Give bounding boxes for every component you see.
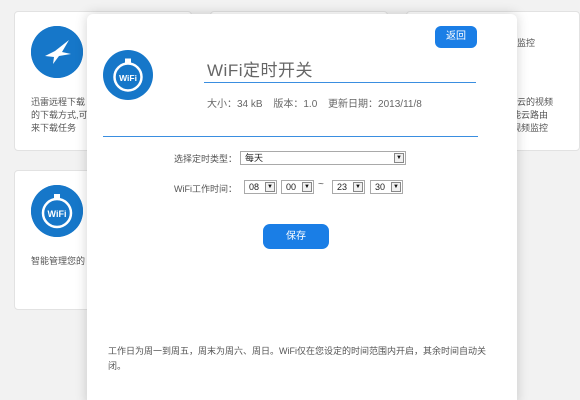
start-minute-select[interactable]: 00 ▼ bbox=[281, 180, 314, 194]
app-card-title: 监控 bbox=[517, 38, 536, 48]
schedule-type-label: 选择定时类型： bbox=[173, 154, 237, 164]
dropdown-arrow-icon: ▼ bbox=[353, 182, 363, 192]
dropdown-arrow-icon: ▼ bbox=[265, 182, 275, 192]
work-time-label: WiFi工作时间： bbox=[174, 184, 237, 194]
app-title: WiFi定时开关 bbox=[207, 61, 313, 80]
start-hour-value: 08 bbox=[249, 182, 260, 192]
schedule-footnote: 工作日为周一到周五，周末为周六、周日。WiFi仅在您设定的时间范围内开启，其余时… bbox=[108, 346, 486, 371]
wifi-clock-icon: WiFi bbox=[103, 50, 153, 100]
dropdown-arrow-icon: ▼ bbox=[391, 182, 401, 192]
schedule-type-value: 每天 bbox=[245, 153, 264, 163]
svg-text:WiFi: WiFi bbox=[48, 209, 67, 219]
back-button[interactable]: 返回 bbox=[435, 26, 477, 48]
save-button[interactable]: 保存 bbox=[263, 224, 329, 249]
app-version: 版本：1.0 bbox=[273, 99, 318, 110]
dropdown-arrow-icon: ▼ bbox=[394, 153, 404, 163]
dropdown-arrow-icon: ▼ bbox=[302, 182, 312, 192]
start-minute-value: 00 bbox=[286, 182, 297, 192]
app-update-date: 更新日期：2013/11/8 bbox=[328, 99, 422, 110]
start-hour-select[interactable]: 08 ▼ bbox=[244, 180, 277, 194]
app-detail-dialog: 返回 WiFi WiFi定时开关 大小：34 kB 版本：1.0 更新日期：20… bbox=[87, 14, 517, 400]
hummingbird-icon bbox=[31, 26, 83, 78]
end-hour-select[interactable]: 23 ▼ bbox=[332, 180, 365, 194]
app-meta: 大小：34 kB 版本：1.0 更新日期：2013/11/8 bbox=[207, 95, 430, 110]
schedule-type-select[interactable]: 每天 ▼ bbox=[240, 151, 406, 165]
end-minute-value: 30 bbox=[375, 182, 386, 192]
time-range-separator: ~ bbox=[318, 179, 324, 190]
end-minute-select[interactable]: 30 ▼ bbox=[370, 180, 403, 194]
end-hour-value: 23 bbox=[337, 182, 348, 192]
svg-text:WiFi: WiFi bbox=[119, 73, 137, 83]
wifi-clock-icon: WiFi bbox=[31, 185, 83, 237]
divider bbox=[103, 136, 478, 137]
title-underline bbox=[204, 82, 476, 83]
app-size: 大小：34 kB bbox=[207, 99, 263, 110]
